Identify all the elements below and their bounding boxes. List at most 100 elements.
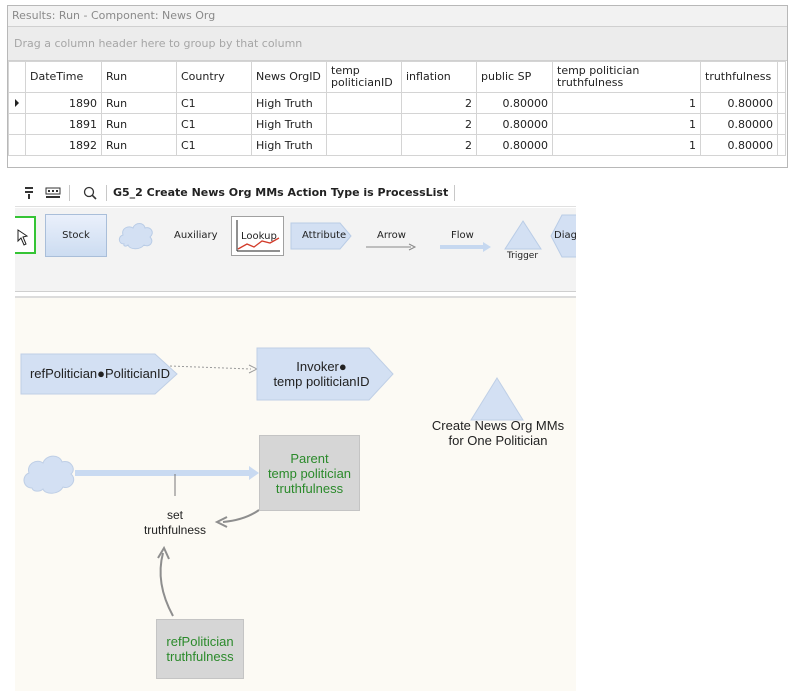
cell-datetime[interactable]: 1892: [25, 134, 102, 156]
trigger-label-line2: for One Politician: [448, 433, 548, 448]
column-header-datetime[interactable]: DateTime: [25, 61, 102, 93]
toolbar-separator: [454, 184, 456, 201]
table-row[interactable]: 1892 Run C1 High Truth 2 0.80000 1 0.800…: [8, 134, 786, 156]
cell-country[interactable]: C1: [176, 92, 252, 114]
toolbar-separator: [106, 184, 107, 201]
toolbar-separator: [69, 184, 70, 201]
results-table: DateTime Run Country News OrgID temp pol…: [8, 61, 786, 156]
column-header-inflation[interactable]: inflation: [401, 61, 477, 93]
palette-flow-icon[interactable]: [439, 242, 493, 252]
set-truthfulness-flow-label[interactable]: set truthfulness: [125, 508, 225, 538]
invoker-label-line2: temp politicianID: [273, 374, 370, 389]
column-header-public-sp[interactable]: public SP: [476, 61, 553, 93]
cell-inflation[interactable]: 2: [401, 92, 477, 114]
cell-country[interactable]: C1: [176, 113, 252, 135]
invoker-label-line1: Invoker●: [296, 359, 347, 374]
trigger-node[interactable]: Create News Org MMs for One Politician: [423, 418, 573, 448]
cell-temp-politicianid[interactable]: [326, 113, 402, 135]
set-label-line2: truthfulness: [143, 523, 207, 537]
parent-to-set-arrow: [222, 509, 260, 523]
cell-news-orgid[interactable]: High Truth: [251, 113, 327, 135]
cell-public-sp[interactable]: 0.80000: [476, 134, 553, 156]
palette-diagram-label[interactable]: Diagr: [554, 230, 576, 241]
column-header-temp-politicianid[interactable]: temp politicianID: [326, 61, 402, 93]
diagram-toolbar: G5_2 Create News Org MMs Action Type is …: [15, 179, 576, 207]
cell-inflation[interactable]: 2: [401, 134, 477, 156]
invoker-node[interactable]: Invoker● temp politicianID: [259, 359, 384, 389]
row-filler: [777, 113, 786, 135]
row-indicator[interactable]: [8, 92, 26, 114]
filter-icon[interactable]: [19, 184, 39, 202]
cell-inflation[interactable]: 2: [401, 113, 477, 135]
grid-icon[interactable]: [43, 184, 63, 202]
header-filler: [777, 61, 786, 93]
refpol-to-set-arrow: [159, 552, 174, 617]
group-by-panel[interactable]: Drag a column header here to group by th…: [8, 27, 787, 61]
palette-auxiliary-icon[interactable]: [116, 218, 156, 252]
column-header-news-orgid[interactable]: News OrgID: [251, 61, 327, 93]
palette-attribute-label[interactable]: Attribute: [302, 230, 346, 241]
palette-arrow-icon[interactable]: [365, 242, 417, 252]
column-header-country[interactable]: Country: [176, 61, 252, 93]
flow-pipe-shape: [75, 470, 251, 476]
dashed-link-line: [169, 365, 252, 370]
cell-run[interactable]: Run: [101, 134, 177, 156]
cell-datetime[interactable]: 1891: [25, 113, 102, 135]
ref-politician-id-node[interactable]: refPolitician●PoliticianID: [25, 366, 175, 381]
cell-run[interactable]: Run: [101, 92, 177, 114]
cell-temp-politicianid[interactable]: [326, 92, 402, 114]
parent-label-line1: Parent: [290, 450, 329, 466]
refpol-label-line2: truthfulness: [166, 649, 234, 664]
current-row-caret-icon: [15, 98, 19, 107]
row-indicator[interactable]: [8, 113, 26, 135]
palette-auxiliary-label[interactable]: Auxiliary: [174, 230, 218, 241]
cell-temp-politician-truthfulness[interactable]: 1: [552, 113, 701, 135]
row-indicator-header: [8, 61, 26, 93]
cell-public-sp[interactable]: 0.80000: [476, 113, 553, 135]
cell-news-orgid[interactable]: High Truth: [251, 134, 327, 156]
cell-temp-politicianid[interactable]: [326, 134, 402, 156]
parent-label-line3: truthfulness: [275, 480, 344, 496]
column-header-truthfulness[interactable]: truthfulness: [700, 61, 778, 93]
palette-trigger-label[interactable]: Trigger: [507, 251, 538, 261]
palette-stock[interactable]: Stock: [45, 214, 107, 257]
palette-flow-label[interactable]: Flow: [451, 230, 474, 241]
header-row: DateTime Run Country News OrgID temp pol…: [8, 61, 786, 93]
cell-temp-politician-truthfulness[interactable]: 1: [552, 134, 701, 156]
flow-source-cloud-shape: [23, 455, 75, 494]
shape-palette: Stock Auxiliary Lookup Attribute Arrow F…: [15, 208, 576, 292]
palette-pointer-tool[interactable]: [15, 216, 36, 254]
cell-truthfulness[interactable]: 0.80000: [700, 113, 778, 135]
results-title: Results: Run - Component: News Org: [8, 6, 787, 27]
flow-pipe-arrowhead: [249, 466, 259, 480]
diagram-caption: G5_2 Create News Org MMs Action Type is …: [113, 186, 449, 199]
table-row[interactable]: 1891 Run C1 High Truth 2 0.80000 1 0.800…: [8, 113, 786, 135]
diagram-canvas[interactable]: refPolitician●PoliticianID Invoker● temp…: [15, 298, 576, 691]
cell-truthfulness[interactable]: 0.80000: [700, 92, 778, 114]
lookup-graph-icon: [236, 220, 280, 252]
row-indicator[interactable]: [8, 134, 26, 156]
cell-run[interactable]: Run: [101, 113, 177, 135]
palette-arrow-label[interactable]: Arrow: [377, 230, 406, 241]
row-filler: [777, 92, 786, 114]
cell-country[interactable]: C1: [176, 134, 252, 156]
column-header-run[interactable]: Run: [101, 61, 177, 93]
parent-truthfulness-node[interactable]: Parent temp politician truthfulness: [259, 435, 360, 511]
cell-datetime[interactable]: 1890: [25, 92, 102, 114]
cell-news-orgid[interactable]: High Truth: [251, 92, 327, 114]
row-filler: [777, 134, 786, 156]
ref-politician-truthfulness-node[interactable]: refPolitician truthfulness: [156, 619, 244, 679]
trigger-node-shape: [470, 377, 524, 421]
cell-temp-politician-truthfulness[interactable]: 1: [552, 92, 701, 114]
table-row[interactable]: 1890 Run C1 High Truth 2 0.80000 1 0.800…: [8, 92, 786, 114]
results-panel: Results: Run - Component: News Org Drag …: [7, 5, 788, 168]
zoom-icon[interactable]: [80, 184, 100, 202]
column-header-temp-politician-truthfulness[interactable]: temp politician truthfulness: [552, 61, 701, 93]
parent-label-line2: temp politician: [267, 465, 352, 481]
palette-trigger-icon[interactable]: [504, 220, 542, 250]
palette-lookup[interactable]: Lookup: [231, 216, 284, 256]
cell-public-sp[interactable]: 0.80000: [476, 92, 553, 114]
cell-truthfulness[interactable]: 0.80000: [700, 134, 778, 156]
set-label-line1: set: [166, 508, 183, 522]
trigger-label-line1: Create News Org MMs: [431, 418, 565, 433]
